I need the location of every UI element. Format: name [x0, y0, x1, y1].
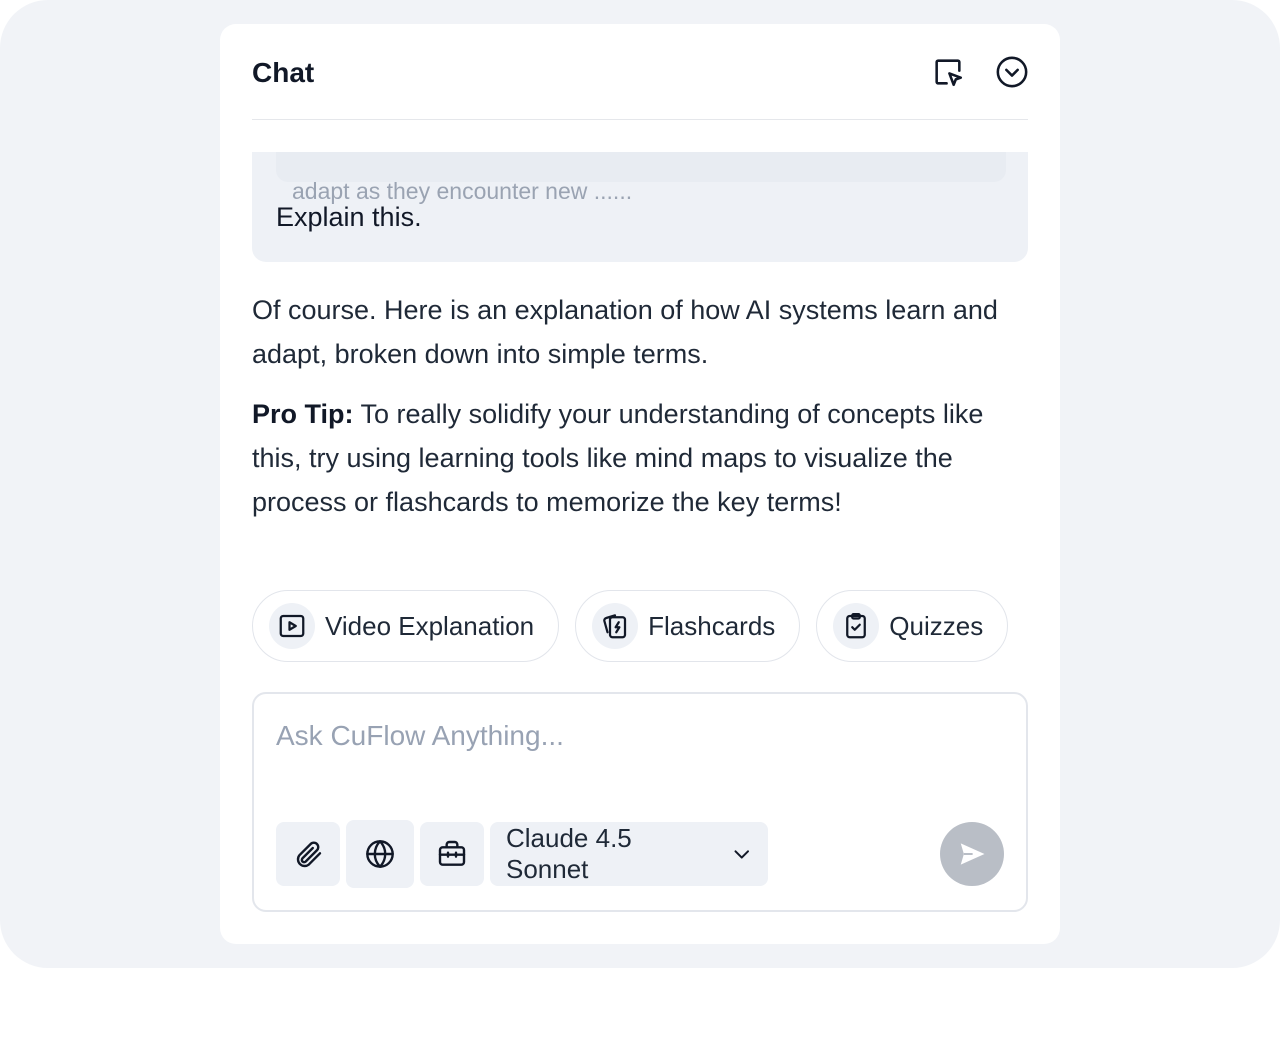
chip-label: Flashcards — [648, 610, 776, 641]
briefcase-icon — [438, 840, 466, 866]
user-message-text: Explain this. — [276, 202, 422, 232]
chevron-down-circle-icon — [996, 56, 1028, 88]
clipboard-check-icon — [833, 603, 880, 649]
model-selector-label: Claude 4.5 Sonnet — [506, 823, 632, 884]
chat-panel: Chat adapt as they encounter new ...... … — [220, 24, 1060, 944]
message-composer: Claude 4.5 Sonnet — [252, 692, 1028, 912]
paperclip-icon — [296, 841, 322, 868]
chat-input[interactable] — [276, 716, 996, 756]
page-title: Chat — [252, 57, 315, 88]
chat-header: Chat — [252, 24, 1028, 120]
send-icon — [960, 843, 985, 865]
chevron-down-icon — [733, 850, 749, 859]
pro-tip-label: Pro Tip: — [252, 399, 354, 429]
cursor-select-icon — [935, 59, 963, 87]
assistant-message: Of course. Here is an explanation of how… — [252, 288, 1028, 540]
assistant-intro-text: Of course. Here is an explanation of how… — [252, 295, 998, 369]
model-selector[interactable]: Claude 4.5 Sonnet — [490, 822, 768, 886]
flashcards-chip[interactable]: Flashcards — [575, 590, 801, 662]
user-message-bubble: adapt as they encounter new ...... Expla… — [252, 152, 1028, 262]
tools-button[interactable] — [420, 822, 484, 886]
pro-tip-paragraph: Pro Tip: To really solidify your underst… — [252, 392, 1028, 524]
chip-label: Video Explanation — [325, 610, 535, 641]
pro-tip-text: To really solidify your understanding of… — [252, 399, 984, 517]
globe-icon — [366, 840, 394, 868]
send-button[interactable] — [940, 822, 1004, 886]
attach-button[interactable] — [276, 822, 340, 886]
flashcards-icon — [592, 603, 639, 649]
web-search-button[interactable] — [346, 820, 414, 888]
video-explanation-chip[interactable]: Video Explanation — [252, 590, 560, 662]
video-play-icon — [269, 603, 315, 649]
collapse-chat-button[interactable] — [994, 54, 1030, 90]
quizzes-chip[interactable]: Quizzes — [816, 590, 1009, 662]
select-element-button[interactable] — [930, 54, 966, 90]
quoted-context-text: adapt as they encounter new ...... — [292, 178, 633, 204]
suggestion-chips: Video Explanation Flashcards Quizzes — [252, 590, 1009, 662]
chip-label: Quizzes — [889, 610, 984, 641]
